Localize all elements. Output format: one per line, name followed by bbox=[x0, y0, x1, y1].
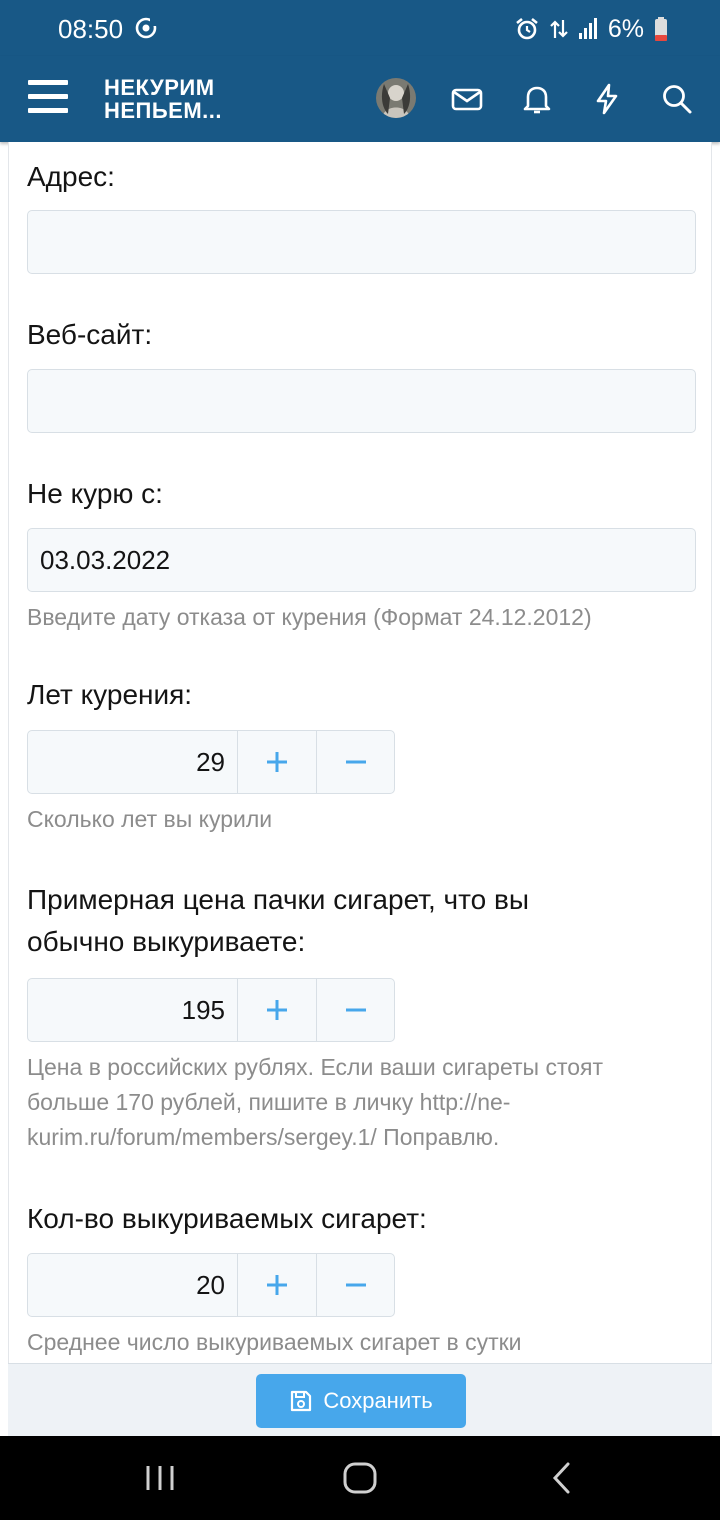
minus-icon bbox=[345, 1283, 366, 1287]
profile-form: Адрес: Веб-сайт: Не курю с: 03.03.2022 В… bbox=[8, 142, 712, 1364]
save-icon bbox=[291, 1390, 312, 1412]
alarm-icon bbox=[516, 17, 538, 40]
cigarettes-count-input[interactable]: 20 bbox=[28, 1254, 238, 1316]
cigarettes-count-stepper: 20 bbox=[27, 1253, 395, 1317]
pack-price-hint-line2: больше 170 рублей, пишите в личку http:/… bbox=[27, 1089, 511, 1115]
years-smoking-input[interactable]: 29 bbox=[28, 731, 238, 793]
bell-icon[interactable] bbox=[520, 82, 554, 116]
cigarettes-count-decrement-button[interactable] bbox=[316, 1254, 394, 1316]
sync-icon bbox=[135, 17, 158, 39]
pack-price-stepper: 195 bbox=[27, 978, 395, 1042]
status-time: 08:50 bbox=[58, 14, 124, 44]
years-smoking-decrement-button[interactable] bbox=[316, 731, 394, 793]
bolt-icon[interactable] bbox=[590, 82, 624, 116]
address-label: Адрес: bbox=[27, 161, 115, 192]
logo-line1: НЕКУРИМ bbox=[104, 75, 215, 100]
quit-date-field[interactable]: 03.03.2022 bbox=[27, 528, 696, 592]
menu-icon[interactable] bbox=[28, 80, 68, 116]
data-arrows-icon bbox=[550, 20, 568, 38]
cigarettes-count-label: Кол-во выкуриваемых сигарет: bbox=[27, 1203, 427, 1234]
save-button-label: Сохранить bbox=[323, 1388, 433, 1413]
cigarettes-count-hint: Среднее число выкуриваемых сигарет в сут… bbox=[27, 1329, 522, 1355]
status-bar: 08:50 6% bbox=[0, 0, 720, 56]
system-nav-bar bbox=[0, 1436, 720, 1520]
plus-icon bbox=[267, 1000, 287, 1020]
pack-price-decrement-button[interactable] bbox=[316, 979, 394, 1041]
home-icon[interactable] bbox=[340, 1458, 380, 1498]
pack-price-hint-line1: Цена в российских рублях. Если ваши сига… bbox=[27, 1054, 603, 1080]
back-icon[interactable] bbox=[542, 1458, 582, 1498]
quit-date-label: Не курю с: bbox=[27, 478, 163, 509]
battery-percent: 6% bbox=[607, 14, 644, 43]
mail-icon[interactable] bbox=[450, 82, 484, 116]
years-smoking-increment-button[interactable] bbox=[238, 731, 316, 793]
years-smoking-stepper: 29 bbox=[27, 730, 395, 794]
status-icons: 6% bbox=[514, 14, 668, 44]
recent-apps-icon[interactable] bbox=[140, 1458, 180, 1498]
avatar[interactable] bbox=[376, 78, 416, 118]
logo-line2: НЕПЬЕМ... bbox=[104, 98, 223, 123]
app-header: НЕКУРИМ НЕПЬЕМ... bbox=[0, 56, 720, 142]
pack-price-increment-button[interactable] bbox=[238, 979, 316, 1041]
quit-date-hint: Введите дату отказа от курения (Формат 2… bbox=[27, 604, 592, 630]
address-field[interactable] bbox=[27, 210, 696, 274]
pack-price-hint-line3: kurim.ru/forum/members/sergey.1/ Поправл… bbox=[27, 1124, 500, 1150]
years-smoking-label: Лет курения: bbox=[27, 679, 193, 710]
cigarettes-count-increment-button[interactable] bbox=[238, 1254, 316, 1316]
years-smoking-hint: Сколько лет вы курили bbox=[27, 806, 273, 832]
minus-icon bbox=[345, 760, 366, 764]
site-logo[interactable]: НЕКУРИМ НЕПЬЕМ... bbox=[104, 76, 222, 122]
plus-icon bbox=[267, 752, 287, 772]
website-label: Веб-сайт: bbox=[27, 319, 153, 350]
signal-icon bbox=[578, 18, 597, 39]
search-icon[interactable] bbox=[660, 82, 694, 116]
pack-price-label-line2: обычно выкуриваете: bbox=[27, 926, 306, 957]
pack-price-input[interactable]: 195 bbox=[28, 979, 238, 1041]
pack-price-label-line1: Примерная цена пачки сигарет, что вы bbox=[27, 884, 529, 915]
form-footer: Сохранить bbox=[8, 1363, 712, 1436]
battery-low-icon bbox=[655, 17, 667, 41]
website-field[interactable] bbox=[27, 369, 696, 433]
save-button[interactable]: Сохранить bbox=[256, 1374, 466, 1428]
plus-icon bbox=[267, 1275, 287, 1295]
minus-icon bbox=[345, 1008, 366, 1012]
